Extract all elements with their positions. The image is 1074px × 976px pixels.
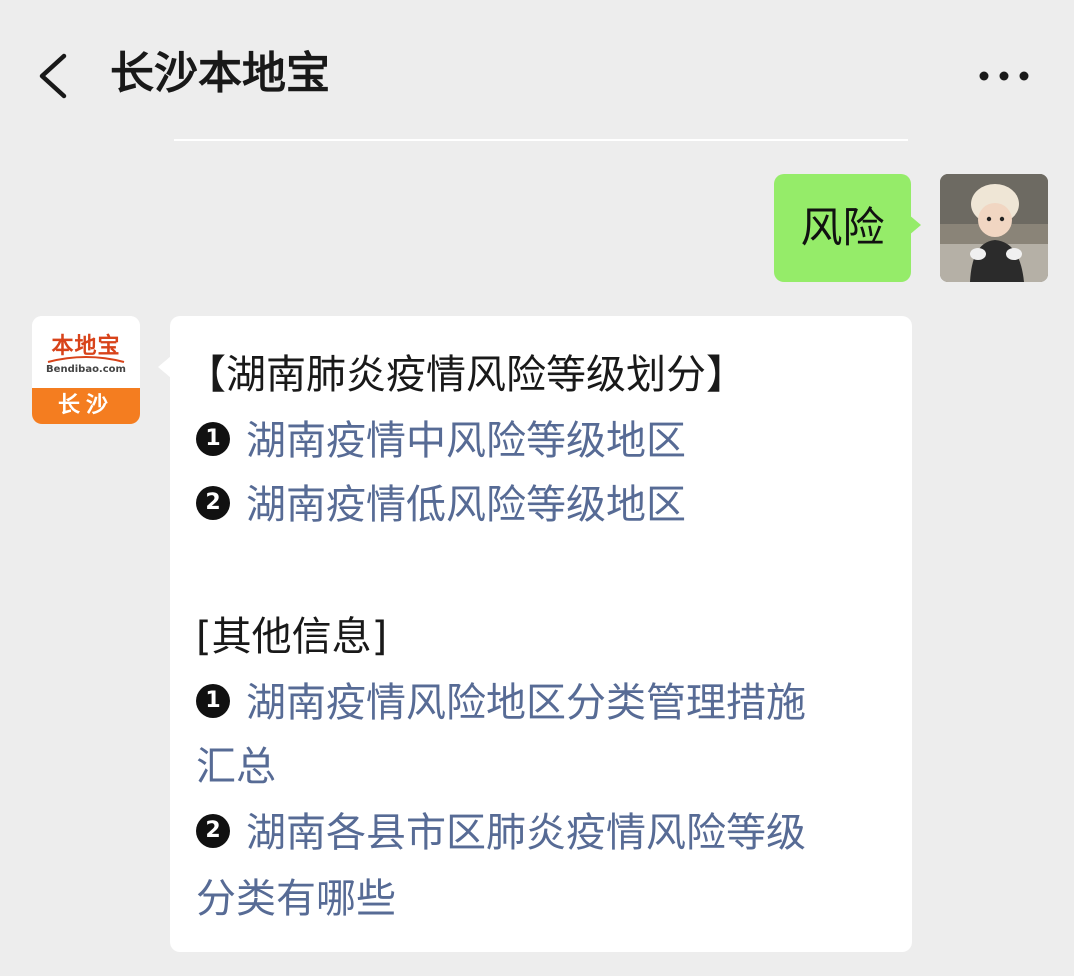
logo-city-text: 长沙 [57,393,114,418]
user-avatar-photo [940,174,1048,282]
link-management-measures-cont[interactable]: 汇总 [196,734,276,800]
logo-bottom: 长沙 [32,388,140,424]
logo-swoosh-icon [47,356,125,363]
reply-heading: 【湖南肺炎疫情风险等级划分】 [186,352,746,398]
list-item: 1 湖南疫情中风险等级地区 [196,408,686,474]
chevron-left-icon [39,53,67,99]
bullet-number: 2 [196,486,230,520]
chat-title: 长沙本地宝 [110,48,330,99]
outgoing-message-text: 风险 [800,203,885,252]
list-item: 2 湖南各县市区肺炎疫情风险等级 [196,800,806,866]
link-medium-risk[interactable]: 湖南疫情中风险等级地区 [246,418,686,464]
link-low-risk[interactable]: 湖南疫情低风险等级地区 [246,482,686,528]
outgoing-message-bubble[interactable]: 风险 [774,174,911,282]
link-management-measures[interactable]: 湖南疫情风险地区分类管理措施 [246,680,806,726]
bullet-number: 1 [196,422,230,456]
logo-url-text: Bendibao.com [46,364,126,375]
other-info-heading: [其他信息] [196,614,388,660]
user-avatar[interactable] [940,174,1048,282]
bot-avatar-logo[interactable]: 本地宝 Bendibao.com 长沙 [32,316,140,424]
link-county-classification-cont[interactable]: 分类有哪些 [196,866,396,932]
bullet-number: 2 [196,814,230,848]
back-button[interactable] [30,48,80,104]
list-item: 1 湖南疫情风险地区分类管理措施 [196,670,806,736]
logo-top: 本地宝 Bendibao.com [32,316,140,384]
more-options-button[interactable] [968,54,1040,98]
top-navigation-bar: 长沙本地宝 [0,0,1074,140]
incoming-message-bubble: 【湖南肺炎疫情风险等级划分】 1 湖南疫情中风险等级地区 2 湖南疫情低风险等级地区… [170,316,912,952]
link-county-classification[interactable]: 湖南各县市区肺炎疫情风险等级 [246,810,806,856]
more-dots-icon [979,71,1029,81]
bullet-number: 1 [196,684,230,718]
header-divider [174,139,908,141]
list-item: 2 湖南疫情低风险等级地区 [196,472,686,538]
outgoing-bubble-tail [908,214,921,236]
